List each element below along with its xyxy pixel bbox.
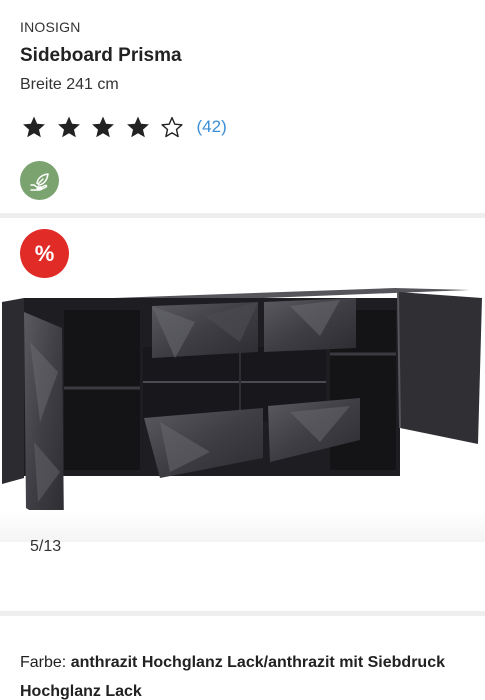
section-divider xyxy=(0,611,485,616)
color-value: anthrazit Hochglanz Lack/anthrazit mit S… xyxy=(20,654,445,700)
product-image[interactable] xyxy=(0,282,485,542)
star-empty-icon xyxy=(160,115,184,139)
product-subtitle: Breite 241 cm xyxy=(20,76,119,93)
star-filled-icon xyxy=(126,115,150,139)
image-gallery[interactable]: % 5/13 xyxy=(0,218,485,611)
image-counter: 5/13 xyxy=(30,538,62,555)
sustainability-badge[interactable] xyxy=(20,161,59,200)
product-title: Sideboard Prisma xyxy=(20,45,182,66)
star-filled-icon xyxy=(22,115,46,139)
review-count-link[interactable]: (42) xyxy=(197,117,227,137)
color-attribute: Farbe: anthrazit Hochglanz Lack/anthrazi… xyxy=(20,648,470,700)
brand-name[interactable]: INOSIGN xyxy=(20,19,81,35)
color-label: Farbe: xyxy=(20,654,67,671)
star-filled-icon xyxy=(57,115,81,139)
rating[interactable]: (42) xyxy=(22,113,227,141)
star-filled-icon xyxy=(91,115,115,139)
sale-badge: % xyxy=(20,229,69,278)
leaf-hand-icon xyxy=(29,172,49,191)
